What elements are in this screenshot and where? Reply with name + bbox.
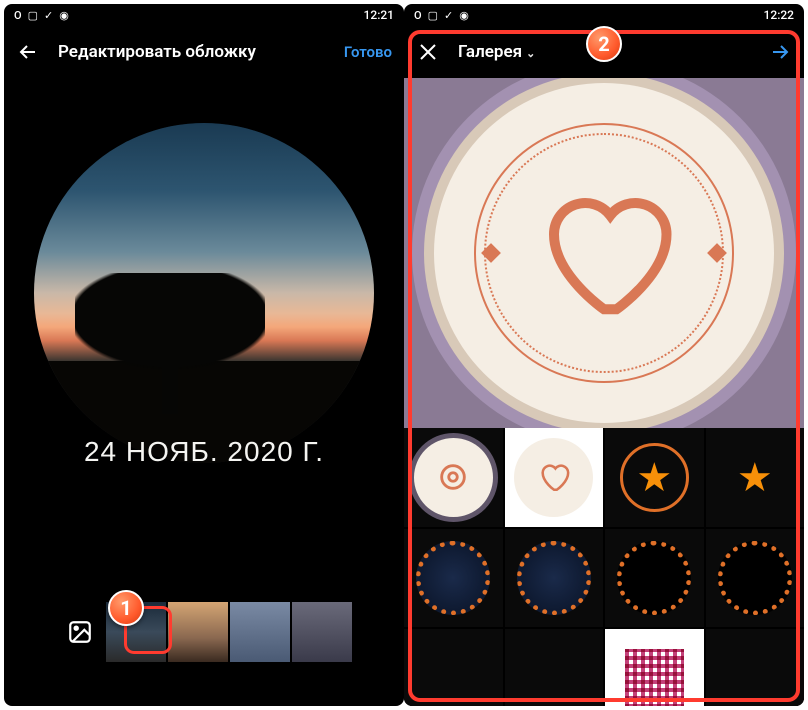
cover-preview: 24 НОЯБ. 2020 Г. <box>4 78 404 508</box>
heart-badge-image <box>434 83 774 423</box>
statusbar: O ▢ ✓ ◉ 12:21 <box>4 4 404 26</box>
statusbar: O ▢ ✓ ◉ 12:22 <box>404 4 804 26</box>
status-time: 12:21 <box>364 8 394 22</box>
callout-badge-2: 2 <box>586 26 622 62</box>
page-title: Редактировать обложку <box>58 42 326 62</box>
done-button[interactable]: Готово <box>344 43 392 61</box>
thumbnail[interactable] <box>168 602 228 662</box>
left-screen: O ▢ ✓ ◉ 12:21 Редактировать обложку Гото… <box>4 4 404 706</box>
gallery-item[interactable] <box>706 629 805 706</box>
gallery-grid: ★ ★ <box>404 428 804 706</box>
gallery-item[interactable] <box>505 529 604 628</box>
next-button[interactable] <box>768 40 792 64</box>
thumbnail[interactable] <box>230 602 290 662</box>
shazam-icon: ◉ <box>459 9 469 22</box>
gallery-item[interactable] <box>605 529 704 628</box>
gallery-item[interactable]: ★ <box>605 428 704 527</box>
thumbnail-strip <box>4 602 404 662</box>
close-button[interactable] <box>416 40 440 64</box>
gallery-picker-button[interactable] <box>56 608 104 656</box>
star-icon: ★ <box>636 454 672 501</box>
callout-badge-1: 1 <box>108 590 144 626</box>
clipboard-icon: ▢ <box>428 9 438 22</box>
gallery-item[interactable] <box>505 428 604 527</box>
app-header: Редактировать обложку Готово <box>4 26 404 78</box>
check-icon: ✓ <box>444 9 453 22</box>
gallery-preview[interactable] <box>404 78 804 428</box>
opera-icon: O <box>14 9 22 22</box>
gallery-item[interactable]: ★ <box>706 428 805 527</box>
cover-date-overlay: 24 НОЯБ. 2020 Г. <box>4 436 404 468</box>
gallery-item[interactable] <box>404 529 503 628</box>
clipboard-icon: ▢ <box>28 9 38 22</box>
heart-icon <box>529 178 679 328</box>
status-icons-left: O ▢ ✓ ◉ <box>14 9 69 22</box>
gallery-item[interactable] <box>706 529 805 628</box>
check-icon: ✓ <box>44 9 53 22</box>
opera-icon: O <box>414 9 422 22</box>
gallery-item[interactable] <box>605 629 704 706</box>
chevron-down-icon: ⌄ <box>526 47 535 60</box>
thumbnail[interactable] <box>292 602 352 662</box>
cover-circle[interactable] <box>34 123 374 463</box>
star-icon: ★ <box>737 454 773 501</box>
heart-icon <box>537 460 571 494</box>
status-icons-left: O ▢ ✓ ◉ <box>414 9 469 22</box>
donut-icon <box>436 460 470 494</box>
gallery-item[interactable] <box>404 428 503 527</box>
gallery-item[interactable] <box>404 629 503 706</box>
status-time: 12:22 <box>764 8 794 22</box>
gallery-item[interactable] <box>505 629 604 706</box>
qr-icon <box>625 649 684 706</box>
right-screen: O ▢ ✓ ◉ 12:22 Галерея⌄ <box>404 4 804 706</box>
shazam-icon: ◉ <box>59 9 69 22</box>
back-button[interactable] <box>16 40 40 64</box>
